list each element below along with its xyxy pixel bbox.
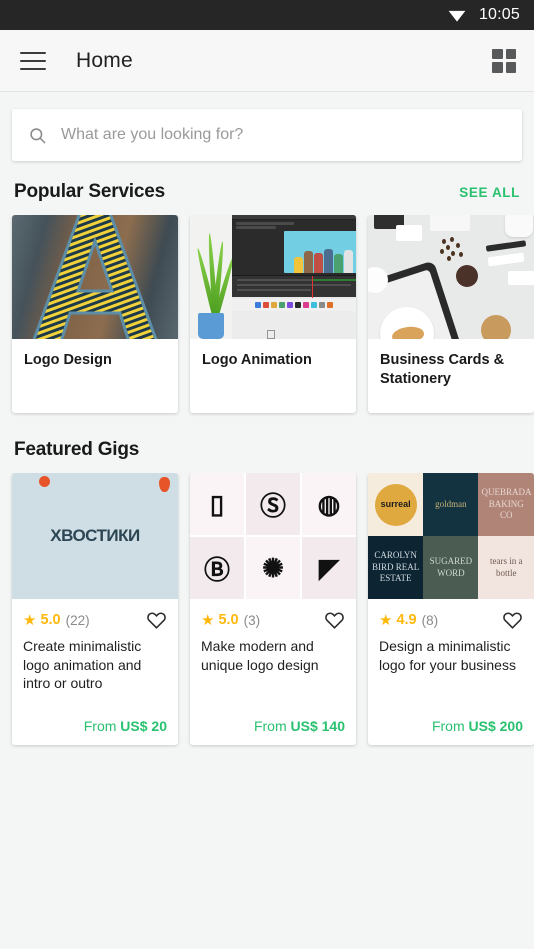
service-card[interactable]: Business Cards & Stationery <box>368 215 534 413</box>
imac-graphic <box>232 215 356 339</box>
star-icon: ★ <box>379 611 393 629</box>
gig-card[interactable]: surreal goldman QUEBRADA BAKING CO CAROL… <box>368 473 534 745</box>
striped-letter-a-graphic <box>32 215 158 339</box>
logo-cell: ◤ <box>302 537 356 599</box>
heart-outline-icon[interactable] <box>146 610 167 631</box>
popular-services-header: Popular Services SEE ALL <box>0 161 534 215</box>
logo-cell: Ⓑ <box>190 537 244 599</box>
featured-gigs-rail[interactable]: ХВОСТИКИ ★ 5.0 (22) Create minimalistic … <box>0 473 534 751</box>
service-card[interactable]: Logo Design <box>12 215 178 413</box>
orange-dot-accent <box>39 476 50 487</box>
plant-graphic <box>198 313 224 339</box>
featured-gigs-header: Featured Gigs <box>0 419 534 473</box>
logo-cell: ▯ <box>190 473 244 535</box>
brand-cell: QUEBRADA BAKING CO <box>478 473 534 536</box>
gig-card-body: ★ 5.0 (3) Make modern and unique logo de… <box>190 599 356 745</box>
grid-view-icon[interactable] <box>492 48 516 73</box>
popular-services-rail[interactable]: Logo Design Logo Animation Business Card… <box>0 215 534 419</box>
gig-price-value: US$ 140 <box>290 718 345 734</box>
gig-rating-row: ★ 5.0 (3) <box>201 608 345 632</box>
hamburger-menu-icon[interactable] <box>20 51 46 70</box>
star-icon: ★ <box>201 611 215 629</box>
service-card-image:  <box>190 215 356 339</box>
heart-outline-icon[interactable] <box>324 610 345 631</box>
status-bar: 10:05 <box>0 0 534 30</box>
popular-services-see-all[interactable]: SEE ALL <box>459 185 520 200</box>
service-card-label: Logo Animation <box>202 352 312 368</box>
gig-rating-value: 5.0 <box>40 612 61 628</box>
heart-outline-icon[interactable] <box>502 610 523 631</box>
gig-card-image: ▯ Ⓢ ◍ Ⓑ ✺ ◤ <box>190 473 356 599</box>
brand-cell-label: surreal <box>374 483 417 526</box>
service-card-image <box>368 215 534 339</box>
brand-cell: tears in a bottle <box>478 536 534 599</box>
brand-grid-graphic: surreal goldman QUEBRADA BAKING CO CAROL… <box>368 473 534 599</box>
brand-cell: SUGARED WORD <box>423 536 479 599</box>
star-icon: ★ <box>23 611 37 629</box>
apple-logo-icon:  <box>266 327 276 339</box>
logo-cell: ◍ <box>302 473 356 535</box>
gig-price-value: US$ 200 <box>468 718 523 734</box>
gig-review-count: (3) <box>243 612 261 628</box>
search-icon <box>30 127 46 143</box>
service-card[interactable]:  Logo Animation <box>190 215 356 413</box>
gig-price-value: US$ 20 <box>120 718 167 734</box>
search-input[interactable] <box>61 126 506 144</box>
gig-card-image: ХВОСТИКИ <box>12 473 178 599</box>
gig-review-count: (8) <box>421 612 439 628</box>
gig-rating-row: ★ 5.0 (22) <box>23 608 167 632</box>
gig-rating-row: ★ 4.9 (8) <box>379 608 523 632</box>
orange-tail-accent <box>159 477 170 492</box>
page-title: Home <box>76 48 133 72</box>
gig-card[interactable]: ▯ Ⓢ ◍ Ⓑ ✺ ◤ ★ 5.0 (3) Make modern and un… <box>190 473 356 745</box>
gig-card[interactable]: ХВОСТИКИ ★ 5.0 (22) Create minimalistic … <box>12 473 178 745</box>
scroll-content[interactable]: Popular Services SEE ALL Logo Design <box>0 92 534 948</box>
gig-card-image: surreal goldman QUEBRADA BAKING CO CAROL… <box>368 473 534 599</box>
gig-card-price: From US$ 200 <box>379 718 523 745</box>
service-card-image <box>12 215 178 339</box>
app-bar: Home <box>0 30 534 92</box>
gig-brand-text: ХВОСТИКИ <box>50 526 140 545</box>
gig-review-count: (22) <box>65 612 90 628</box>
gig-card-price: From US$ 140 <box>201 718 345 745</box>
logo-cell: ✺ <box>246 537 300 599</box>
gig-price-prefix: From <box>83 718 117 734</box>
service-card-label: Business Cards & Stationery <box>380 352 505 387</box>
logo-cell: Ⓢ <box>246 473 300 535</box>
gig-price-prefix: From <box>431 718 465 734</box>
service-card-label: Logo Design <box>24 352 112 368</box>
gig-rating-value: 5.0 <box>218 612 239 628</box>
gig-card-title: Design a minimalistic logo for your busi… <box>379 638 516 673</box>
logo-grid-graphic: ▯ Ⓢ ◍ Ⓑ ✺ ◤ <box>190 473 356 599</box>
gig-card-body: ★ 5.0 (22) Create minimalistic logo anim… <box>12 599 178 745</box>
featured-gigs-title: Featured Gigs <box>14 439 140 460</box>
gig-card-title: Create minimalistic logo animation and i… <box>23 638 142 692</box>
brand-cell: CAROLYN BIRD REAL ESTATE <box>368 536 424 599</box>
status-time: 10:05 <box>478 6 520 23</box>
brand-cell: goldman <box>423 473 479 536</box>
gig-card-price: From US$ 20 <box>23 718 167 745</box>
popular-services-title: Popular Services <box>14 181 165 202</box>
brand-cell: surreal <box>368 473 424 536</box>
gig-rating-value: 4.9 <box>396 612 417 628</box>
wifi-icon <box>448 10 466 22</box>
gig-card-title: Make modern and unique logo design <box>201 638 319 673</box>
gig-price-prefix: From <box>253 718 287 734</box>
gig-card-body: ★ 4.9 (8) Design a minimalistic logo for… <box>368 599 534 745</box>
search-section <box>0 92 534 161</box>
search-box[interactable] <box>12 109 522 161</box>
